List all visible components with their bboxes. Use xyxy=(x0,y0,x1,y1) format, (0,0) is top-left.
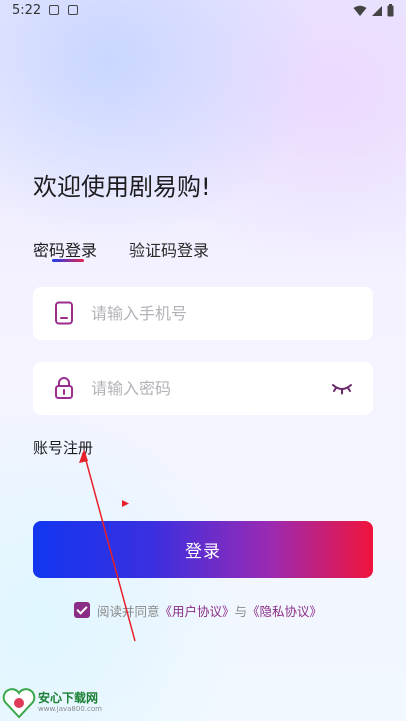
eye-closed-icon[interactable] xyxy=(331,380,353,396)
annotation-small-marker xyxy=(122,500,129,507)
phone-icon xyxy=(55,301,73,325)
password-input[interactable] xyxy=(91,362,311,415)
privacy-agreement-link[interactable]: 《隐私协议》 xyxy=(247,601,322,620)
watermark-logo-icon xyxy=(2,687,36,718)
user-agreement-link[interactable]: 《用户协议》 xyxy=(160,601,235,620)
agreement-checkbox[interactable] xyxy=(74,602,90,618)
status-bar: 5:22 xyxy=(0,0,406,24)
phone-field[interactable] xyxy=(33,287,373,340)
agreement-prefix: 阅读并同意 xyxy=(97,603,160,619)
signal-icon xyxy=(372,5,382,16)
wifi-icon xyxy=(353,5,367,16)
notification-screen-icon xyxy=(68,5,78,15)
active-tab-indicator xyxy=(52,259,84,262)
tab-sms-login[interactable]: 验证码登录 xyxy=(129,237,209,261)
watermark: 安心下载网 www.java800.com xyxy=(0,684,102,721)
tab-password-login[interactable]: 密码登录 xyxy=(33,237,97,261)
login-button[interactable]: 登录 xyxy=(33,521,373,578)
watermark-url: www.java800.com xyxy=(38,705,102,713)
status-indicators xyxy=(353,4,394,17)
notification-a-icon xyxy=(49,5,59,15)
welcome-title: 欢迎使用剧易购! xyxy=(33,173,211,201)
password-field[interactable] xyxy=(33,362,373,415)
register-link[interactable]: 账号注册 xyxy=(33,437,93,458)
lock-icon xyxy=(55,377,73,399)
agreement-and: 与 xyxy=(234,603,248,619)
status-time: 5:22 xyxy=(12,3,42,18)
battery-icon xyxy=(387,4,394,17)
agreement-row: 阅读并同意 《用户协议》 与 《隐私协议》 xyxy=(74,600,322,620)
phone-input[interactable] xyxy=(91,287,311,340)
watermark-title: 安心下载网 xyxy=(38,691,99,705)
